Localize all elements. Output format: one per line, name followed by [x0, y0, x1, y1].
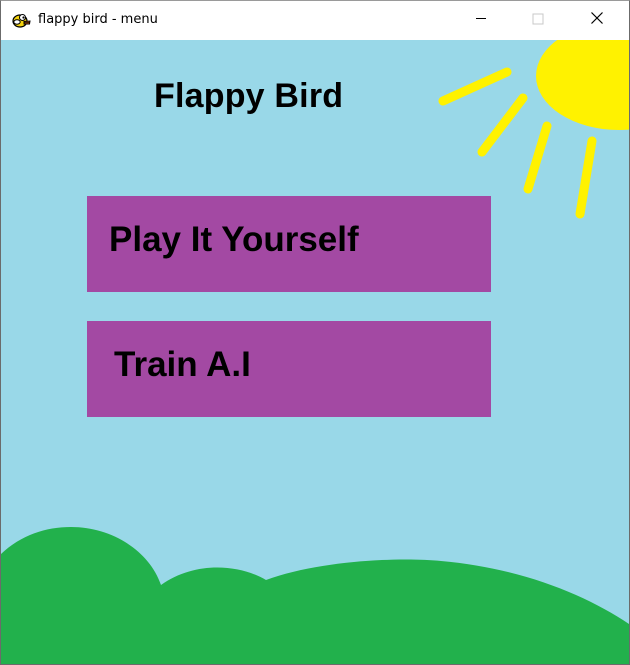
minimize-icon: [475, 12, 487, 30]
close-icon: [590, 11, 604, 30]
game-canvas[interactable]: Flappy Bird Play It Yourself Train A.I: [1, 40, 629, 664]
app-window: flappy bird - menu Flappy Bird Play It Y…: [0, 0, 630, 665]
play-it-yourself-label: Play It Yourself: [109, 220, 359, 259]
maximize-icon: [532, 12, 544, 30]
window-title: flappy bird - menu: [38, 12, 158, 27]
menu-title: Flappy Bird: [154, 77, 344, 115]
title-bar[interactable]: flappy bird - menu: [1, 1, 629, 40]
train-ai-button[interactable]: Train A.I: [87, 321, 491, 417]
train-ai-label: Train A.I: [114, 345, 251, 384]
sun-icon: [536, 40, 629, 130]
green-hills: [1, 527, 629, 664]
close-button[interactable]: [574, 1, 620, 40]
play-it-yourself-button[interactable]: Play It Yourself: [87, 196, 491, 292]
flappy-bird-icon: [11, 10, 31, 30]
minimize-button[interactable]: [458, 1, 504, 40]
maximize-button[interactable]: [515, 1, 561, 40]
